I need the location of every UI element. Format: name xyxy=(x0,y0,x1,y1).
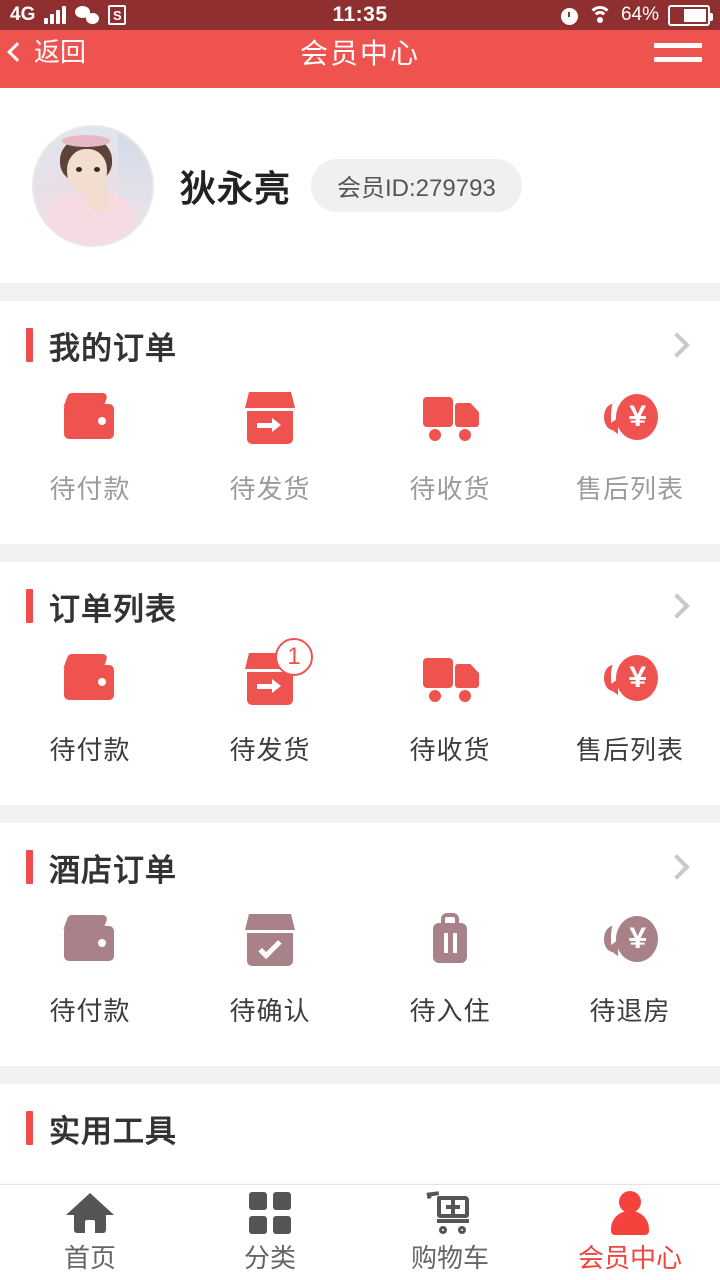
member-center-screen: 返回 会员中心 4G S 11:35 64% 狄永亮 会员ID:279793 我… xyxy=(0,0,720,1280)
grid-item-label: 待确认 xyxy=(229,996,311,1026)
tab-member-center[interactable]: 会员中心 xyxy=(540,1185,720,1280)
sections-container: 我的订单 待付款 待发货 待收货 ¥ 售后列表 订单列表 待付款 1 待发货 待… xyxy=(0,283,720,1280)
grid-item-after-sales[interactable]: ¥ 售后列表 xyxy=(540,389,720,506)
grid-item-label: 待付款 xyxy=(49,474,131,504)
chevron-right-icon[interactable] xyxy=(664,332,690,358)
tab-cart[interactable]: 购物车 xyxy=(360,1185,540,1280)
grid-item-label: 待入住 xyxy=(409,996,491,1026)
yen-refund-icon: ¥ xyxy=(599,650,661,708)
order-status-grid: 待付款 待发货 待收货 ¥ 售后列表 xyxy=(0,389,720,544)
hamburger-menu-icon[interactable] xyxy=(654,35,702,69)
grid-item-pending-payment[interactable]: 待付款 xyxy=(0,650,180,767)
menu-line xyxy=(654,42,702,48)
section-title: 我的订单 xyxy=(49,330,177,366)
avatar[interactable] xyxy=(32,124,154,247)
grid-item-label: 待付款 xyxy=(49,996,131,1026)
section-accent-bar xyxy=(26,328,33,362)
grid-item-pending-checkout[interactable]: ¥ 待退房 xyxy=(540,911,720,1028)
bottom-tab-bar: 首页 分类 购物车 会员中心 xyxy=(0,1184,720,1280)
page-title: 会员中心 xyxy=(299,38,420,69)
section-header: 实用工具 xyxy=(0,1084,720,1172)
hotel-status-grid: 待付款 待确认 待入住 ¥ 待退房 xyxy=(0,911,720,1066)
home-icon xyxy=(66,1190,114,1236)
box-arrow-icon: 1 xyxy=(239,638,313,708)
section-title: 订单列表 xyxy=(49,591,177,627)
grid-item-pending-payment[interactable]: 待付款 xyxy=(0,389,180,506)
grid-item-pending-shipment[interactable]: 待发货 xyxy=(180,389,360,506)
status-badge: 1 xyxy=(275,638,313,676)
box-arrow-icon xyxy=(239,389,301,447)
user-name: 狄永亮 xyxy=(180,167,292,209)
yen-refund-icon: ¥ xyxy=(599,911,661,969)
menu-line xyxy=(654,56,702,62)
wallet-icon xyxy=(59,389,121,447)
truck-icon xyxy=(419,650,481,708)
yen-refund-icon: ¥ xyxy=(599,389,661,447)
battery-icon xyxy=(668,4,713,26)
section-gap xyxy=(0,544,720,562)
section-hotel-orders: 酒店订单 待付款 待确认 待入住 ¥ 待退房 xyxy=(0,823,720,1066)
section-header[interactable]: 订单列表 xyxy=(0,562,720,650)
battery-percent-label: 64% xyxy=(620,4,659,25)
cart-plus-icon xyxy=(425,1190,475,1236)
tab-label: 会员中心 xyxy=(577,1243,682,1273)
grid-icon xyxy=(249,1190,291,1236)
tab-home[interactable]: 首页 xyxy=(0,1185,180,1280)
section-accent-bar xyxy=(26,850,33,884)
grid-item-pending-shipment[interactable]: 1 待发货 xyxy=(180,638,360,767)
truck-icon xyxy=(419,389,481,447)
section-title: 实用工具 xyxy=(49,1113,177,1149)
section-accent-bar xyxy=(26,1111,33,1145)
section-accent-bar xyxy=(26,589,33,623)
tab-label: 分类 xyxy=(243,1243,296,1273)
member-id-badge: 会员ID:279793 xyxy=(311,159,522,212)
grid-item-label: 售后列表 xyxy=(575,735,684,765)
alarm-icon xyxy=(560,6,579,25)
grid-item-pending-checkin[interactable]: 待入住 xyxy=(360,911,540,1028)
grid-item-label: 待退房 xyxy=(589,996,671,1026)
user-icon xyxy=(609,1190,651,1236)
box-check-icon xyxy=(239,911,301,969)
navigation-bar: 返回 会员中心 xyxy=(0,28,720,76)
profile-card[interactable]: 狄永亮 会员ID:279793 xyxy=(0,88,720,283)
grid-item-label: 待发货 xyxy=(229,474,311,504)
grid-item-pending-payment[interactable]: 待付款 xyxy=(0,911,180,1028)
grid-item-label: 待收货 xyxy=(409,474,491,504)
grid-item-pending-confirm[interactable]: 待确认 xyxy=(180,911,360,1028)
section-header[interactable]: 我的订单 xyxy=(0,301,720,389)
status-right: 64% xyxy=(560,4,713,26)
grid-item-pending-receipt[interactable]: 待收货 xyxy=(360,389,540,506)
tab-category[interactable]: 分类 xyxy=(180,1185,360,1280)
grid-item-label: 待付款 xyxy=(49,735,131,765)
wifi-icon xyxy=(587,6,612,24)
grid-item-label: 待发货 xyxy=(229,735,311,765)
grid-item-label: 售后列表 xyxy=(575,474,684,504)
section-order-list: 订单列表 待付款 1 待发货 待收货 ¥ 售后列表 xyxy=(0,562,720,805)
chevron-right-icon[interactable] xyxy=(664,593,690,619)
status-bar: 4G S 11:35 64% xyxy=(0,0,720,30)
section-gap xyxy=(0,283,720,301)
section-my-orders: 我的订单 待付款 待发货 待收货 ¥ 售后列表 xyxy=(0,301,720,544)
grid-item-label: 待收货 xyxy=(409,735,491,765)
order-status-grid: 待付款 1 待发货 待收货 ¥ 售后列表 xyxy=(0,638,720,805)
grid-item-after-sales[interactable]: ¥ 售后列表 xyxy=(540,650,720,767)
section-title: 酒店订单 xyxy=(49,852,177,888)
wallet-icon xyxy=(59,911,121,969)
chevron-right-icon[interactable] xyxy=(664,854,690,880)
grid-item-pending-receipt[interactable]: 待收货 xyxy=(360,650,540,767)
suitcase-icon xyxy=(419,911,481,969)
tab-label: 首页 xyxy=(63,1243,116,1273)
wallet-icon xyxy=(59,650,121,708)
section-header[interactable]: 酒店订单 xyxy=(0,823,720,911)
tab-label: 购物车 xyxy=(410,1243,489,1273)
section-gap xyxy=(0,1066,720,1084)
section-gap xyxy=(0,805,720,823)
